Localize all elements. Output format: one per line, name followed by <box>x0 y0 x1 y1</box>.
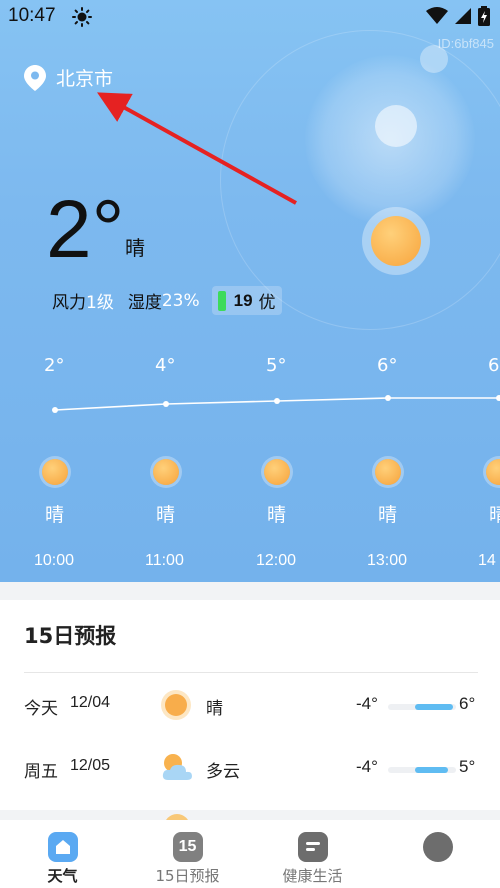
curve-point <box>385 395 391 401</box>
temp-range-fill <box>415 767 448 773</box>
temp-range-fill <box>415 704 453 710</box>
hourly-temp: 2° <box>44 355 65 376</box>
nav-label: 天气 <box>47 867 78 885</box>
forecast-title: 15日预报 <box>24 624 117 648</box>
curve-point <box>496 395 500 401</box>
nav-label: 15日预报 <box>155 867 220 885</box>
hourly-temp: 6° <box>377 355 398 376</box>
hourly-time: 11:00 <box>145 552 184 569</box>
forecast-row[interactable]: 周五 12/05 多云 -4° 5° <box>0 749 500 789</box>
sun-icon <box>375 459 401 485</box>
forecast-low: -4° <box>356 694 378 713</box>
forecast-high: 5° <box>459 757 476 776</box>
divider <box>24 672 478 673</box>
forecast-condition: 晴 <box>206 699 223 719</box>
nav-tab-profile[interactable] <box>375 820 500 888</box>
temp-range-track <box>388 767 456 773</box>
hourly-temp: 6 <box>488 355 500 376</box>
hourly-condition: 晴 <box>267 504 287 526</box>
sun-icon <box>42 459 68 485</box>
forecast-day: 今天 <box>24 699 58 719</box>
forecast-day: 周五 <box>24 762 58 782</box>
hourly-time: 10:00 <box>34 552 75 569</box>
forecast-row[interactable]: 今天 12/04 晴 -4° 6° <box>0 686 500 726</box>
partly-cloudy-icon <box>160 752 192 784</box>
weather-hero: 10:47 ID:6bf845 北京市 2° 晴 风力 1级 湿度 23% 19… <box>0 0 500 582</box>
nav-tab-weather[interactable]: 天气 <box>0 820 125 888</box>
temperature-curve <box>52 395 500 413</box>
nav-tab-health[interactable]: 健康生活 <box>250 820 375 888</box>
curve-point <box>52 407 58 413</box>
sun-icon <box>160 689 192 721</box>
sun-icon <box>153 459 179 485</box>
forecast-card: 15日预报 今天 12/04 晴 -4° 6° 周五 12/05 多云 -4° 5° <box>0 600 500 810</box>
hourly-condition: 晴 <box>45 504 65 526</box>
calendar-15-icon: 15 <box>172 832 203 862</box>
forecast-date: 12/04 <box>70 694 111 711</box>
hourly-condition: 晴 <box>156 504 176 526</box>
nav-label: 健康生活 <box>282 867 343 885</box>
health-icon <box>297 832 328 862</box>
forecast-condition: 多云 <box>206 762 240 782</box>
home-icon <box>47 832 78 862</box>
hourly-temp: 4° <box>155 355 176 376</box>
temp-range-track <box>388 704 456 710</box>
curve-point <box>163 401 169 407</box>
forecast-high: 6° <box>459 694 476 713</box>
hourly-condition: 晴 <box>378 504 398 526</box>
profile-icon <box>422 832 453 862</box>
forecast-low: -4° <box>356 757 378 776</box>
forecast-date: 12/05 <box>70 757 111 774</box>
nav-tab-15day[interactable]: 15 15日预报 <box>125 820 250 888</box>
hourly-temp: 5° <box>266 355 287 376</box>
sun-icon <box>264 459 290 485</box>
hourly-time: 12:00 <box>256 552 297 569</box>
curve-point <box>274 398 280 404</box>
hourly-time: 13:00 <box>367 552 408 569</box>
hourly-condition: 晴 <box>489 504 500 526</box>
bottom-nav: 天气 15 15日预报 健康生活 <box>0 820 500 888</box>
hourly-time: 14 <box>478 552 496 569</box>
